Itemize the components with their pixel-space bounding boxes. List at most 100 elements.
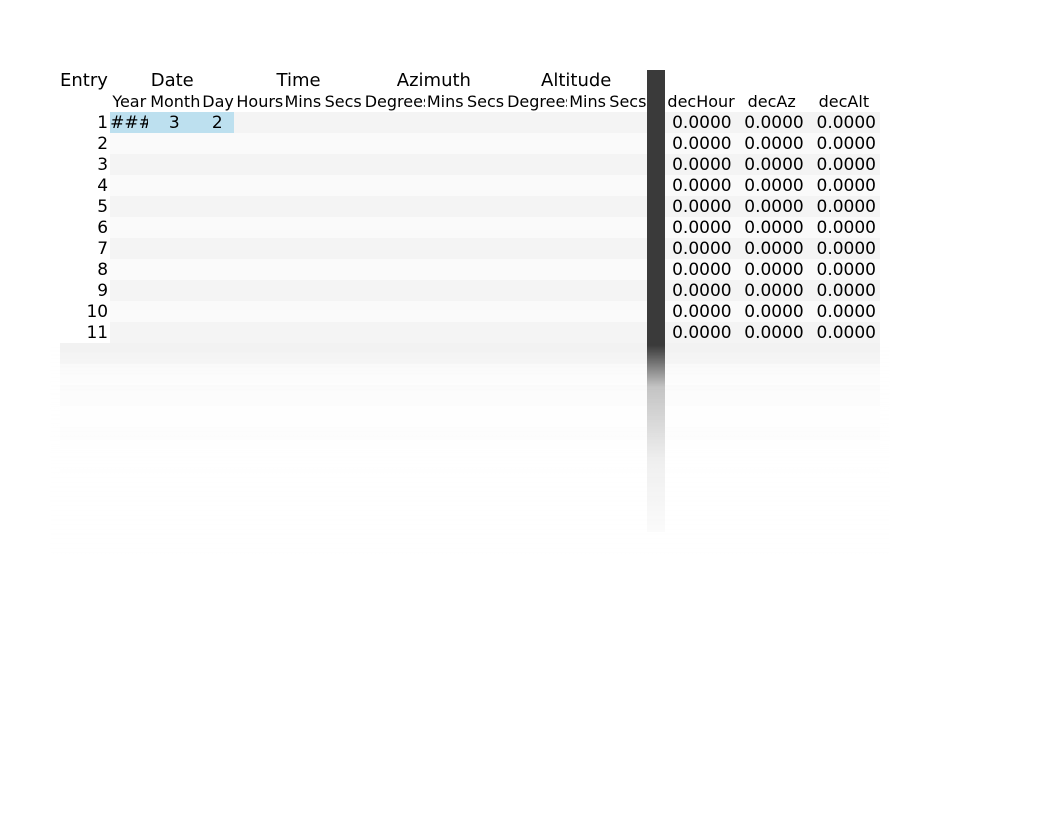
cell-month[interactable] (148, 154, 200, 175)
cell-entry[interactable]: 8 (60, 259, 110, 280)
cell-alt-sec[interactable] (607, 217, 647, 238)
cell-hours[interactable] (234, 217, 282, 238)
cell-secs[interactable] (323, 133, 363, 154)
cell-entry[interactable]: 5 (60, 196, 110, 217)
cell-az-deg[interactable] (363, 301, 425, 322)
cell-az-min[interactable] (425, 238, 465, 259)
cell-hours[interactable] (234, 196, 282, 217)
cell-mins[interactable] (283, 175, 323, 196)
table-row[interactable]: 90.00000.00000.0000 (60, 280, 880, 301)
cell-alt-deg[interactable] (505, 133, 567, 154)
cell-mins[interactable] (283, 112, 323, 133)
cell-az-deg[interactable] (363, 154, 425, 175)
cell-mins[interactable] (283, 196, 323, 217)
cell-decalt[interactable]: 0.0000 (808, 196, 880, 217)
cell-alt-deg[interactable] (505, 259, 567, 280)
cell-az-min[interactable] (425, 154, 465, 175)
cell-az-sec[interactable] (465, 217, 505, 238)
cell-az-min[interactable] (425, 196, 465, 217)
cell-alt-min[interactable] (567, 175, 607, 196)
cell-year[interactable] (110, 196, 148, 217)
cell-hours[interactable] (234, 322, 282, 343)
cell-month[interactable] (148, 217, 200, 238)
cell-az-min[interactable] (425, 175, 465, 196)
cell-mins[interactable] (283, 280, 323, 301)
cell-alt-min[interactable] (567, 154, 607, 175)
cell-day[interactable] (200, 238, 234, 259)
cell-alt-deg[interactable] (505, 322, 567, 343)
table-row[interactable]: 60.00000.00000.0000 (60, 217, 880, 238)
cell-az-sec[interactable] (465, 322, 505, 343)
cell-dechour[interactable]: 0.0000 (665, 301, 735, 322)
cell-month[interactable] (148, 133, 200, 154)
cell-decaz[interactable]: 0.0000 (736, 175, 808, 196)
cell-az-min[interactable] (425, 322, 465, 343)
cell-alt-min[interactable] (567, 238, 607, 259)
cell-alt-deg[interactable] (505, 280, 567, 301)
cell-month[interactable] (148, 259, 200, 280)
cell-day[interactable] (200, 196, 234, 217)
cell-mins[interactable] (283, 217, 323, 238)
cell-decalt[interactable]: 0.0000 (808, 217, 880, 238)
table-row[interactable]: 70.00000.00000.0000 (60, 238, 880, 259)
cell-az-sec[interactable] (465, 133, 505, 154)
cell-alt-sec[interactable] (607, 280, 647, 301)
cell-dechour[interactable]: 0.0000 (665, 112, 735, 133)
cell-az-min[interactable] (425, 301, 465, 322)
cell-year[interactable] (110, 280, 148, 301)
cell-az-sec[interactable] (465, 196, 505, 217)
cell-entry[interactable]: 7 (60, 238, 110, 259)
cell-alt-deg[interactable] (505, 238, 567, 259)
table-row[interactable]: 1###320.00000.00000.0000 (60, 112, 880, 133)
cell-decaz[interactable]: 0.0000 (736, 259, 808, 280)
cell-day[interactable] (200, 175, 234, 196)
cell-dechour[interactable]: 0.0000 (665, 133, 735, 154)
cell-alt-min[interactable] (567, 301, 607, 322)
cell-entry[interactable]: 1 (60, 112, 110, 133)
cell-decaz[interactable]: 0.0000 (736, 112, 808, 133)
cell-hours[interactable] (234, 238, 282, 259)
cell-year[interactable] (110, 154, 148, 175)
table-row[interactable]: 100.00000.00000.0000 (60, 301, 880, 322)
cell-secs[interactable] (323, 154, 363, 175)
cell-decalt[interactable]: 0.0000 (808, 280, 880, 301)
cell-alt-deg[interactable] (505, 196, 567, 217)
cell-az-min[interactable] (425, 112, 465, 133)
cell-secs[interactable] (323, 322, 363, 343)
cell-year[interactable] (110, 175, 148, 196)
cell-dechour[interactable]: 0.0000 (665, 238, 735, 259)
cell-alt-sec[interactable] (607, 322, 647, 343)
cell-month[interactable] (148, 175, 200, 196)
cell-alt-sec[interactable] (607, 175, 647, 196)
cell-year[interactable] (110, 133, 148, 154)
cell-hours[interactable] (234, 280, 282, 301)
cell-decalt[interactable]: 0.0000 (808, 259, 880, 280)
cell-az-min[interactable] (425, 280, 465, 301)
cell-month[interactable]: 3 (148, 112, 200, 133)
cell-mins[interactable] (283, 238, 323, 259)
table-row[interactable]: 20.00000.00000.0000 (60, 133, 880, 154)
cell-entry[interactable]: 10 (60, 301, 110, 322)
cell-decaz[interactable]: 0.0000 (736, 280, 808, 301)
cell-alt-sec[interactable] (607, 238, 647, 259)
cell-alt-sec[interactable] (607, 112, 647, 133)
cell-alt-min[interactable] (567, 196, 607, 217)
cell-secs[interactable] (323, 175, 363, 196)
cell-decaz[interactable]: 0.0000 (736, 217, 808, 238)
cell-mins[interactable] (283, 154, 323, 175)
cell-az-min[interactable] (425, 217, 465, 238)
cell-hours[interactable] (234, 112, 282, 133)
table-row[interactable]: 50.00000.00000.0000 (60, 196, 880, 217)
cell-mins[interactable] (283, 133, 323, 154)
cell-day[interactable] (200, 322, 234, 343)
cell-day[interactable] (200, 301, 234, 322)
cell-entry[interactable]: 6 (60, 217, 110, 238)
cell-az-min[interactable] (425, 259, 465, 280)
cell-secs[interactable] (323, 259, 363, 280)
cell-az-sec[interactable] (465, 154, 505, 175)
cell-az-sec[interactable] (465, 112, 505, 133)
cell-entry[interactable]: 9 (60, 280, 110, 301)
cell-az-deg[interactable] (363, 280, 425, 301)
table-row[interactable]: 30.00000.00000.0000 (60, 154, 880, 175)
cell-year[interactable] (110, 259, 148, 280)
